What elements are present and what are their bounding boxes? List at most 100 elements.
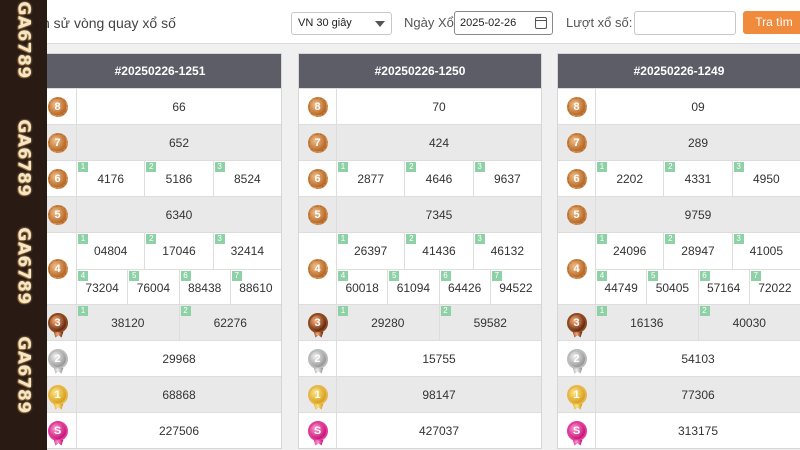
index-badge: 3: [214, 234, 225, 244]
calendar-icon[interactable]: [535, 17, 547, 29]
index-badge: 2: [146, 234, 157, 244]
prize-number: 289: [596, 125, 800, 160]
number-cell: 5 76004: [127, 270, 178, 305]
index-badge: 1: [78, 234, 88, 244]
prize-medal-icon: 5: [47, 204, 68, 225]
game-select[interactable]: VN 30 giây: [291, 12, 392, 35]
prize-number: 59582: [473, 316, 507, 330]
prize-row: 2 29968: [39, 340, 281, 376]
index-badge: 3: [214, 162, 225, 172]
prize-numbers: 1 24096 2 28947 3 41005 4 44749 5 50405 6 57164 7 720…: [596, 233, 800, 305]
prize-row: 6 1 4176 2 5186 3 8524: [39, 160, 281, 197]
index-badge: 1: [338, 234, 348, 244]
number-cell: 7 72022: [748, 270, 800, 305]
prize-number: 652: [77, 125, 281, 160]
prize-number: 77306: [596, 377, 800, 412]
prize-cell: 6: [558, 161, 596, 196]
prize-medal-icon: 7: [566, 132, 587, 153]
index-badge: 3: [474, 162, 485, 172]
prize-number: 424: [337, 125, 541, 160]
number-cell: 3 4950: [731, 161, 800, 197]
prize-cell: 3: [558, 305, 596, 340]
index-badge: 1: [78, 306, 88, 316]
index-badge: 3: [733, 162, 744, 172]
index-badge: 5: [389, 271, 400, 281]
prize-row: 7 424: [299, 124, 541, 160]
prize-number: 46132: [490, 244, 524, 258]
prize-cell: 2: [299, 341, 337, 376]
prize-number: 16136: [630, 316, 664, 330]
prize-row: 1 77306: [558, 376, 800, 412]
prize-number: 41005: [749, 244, 783, 258]
number-cell: 3 9637: [472, 161, 541, 197]
prize-medal-icon: 8: [566, 96, 587, 117]
number-line: 1 04804 2 17046 3 32414: [77, 233, 281, 269]
prize-number: 94522: [499, 280, 533, 295]
prize-row: 3 1 29280 2 59582: [299, 304, 541, 341]
prize-number: 6340: [77, 197, 281, 232]
prize-number: 72022: [758, 280, 792, 295]
prize-numbers: 1 29280 2 59582: [337, 305, 541, 341]
prize-medal-icon: 5: [307, 204, 328, 225]
prize-row: 5 6340: [39, 196, 281, 232]
number-cell: 3 8524: [212, 161, 281, 197]
prize-numbers: 1 4176 2 5186 3 8524: [77, 161, 281, 197]
prize-medal-icon: 3: [566, 312, 587, 333]
search-button[interactable]: Tra tìm: [743, 11, 800, 34]
prize-number: 28947: [681, 244, 715, 258]
prize-number: 15755: [337, 341, 541, 376]
prize-row: 8 66: [39, 88, 281, 124]
prize-cell: 8: [299, 89, 337, 124]
prize-cell: S: [558, 413, 596, 448]
index-badge: 4: [78, 271, 88, 281]
prize-number: 88610: [239, 280, 273, 295]
prize-medal-icon: 8: [47, 96, 68, 117]
prize-cell: 7: [558, 125, 596, 160]
prize-row: 1 98147: [299, 376, 541, 412]
index-badge: 1: [338, 162, 348, 172]
prize-number: 70: [337, 89, 541, 124]
prize-medal-icon: 4: [47, 258, 68, 279]
prize-medal-icon: 5: [566, 204, 587, 225]
prize-row: 4 1 26397 2 41436 3 46132 4 60018 5 61094 6 64426 7 94…: [299, 232, 541, 305]
prize-cell: 2: [558, 341, 596, 376]
prize-number: 9759: [596, 197, 800, 232]
prize-medal-icon: 6: [307, 168, 328, 189]
index-badge: 6: [699, 271, 710, 281]
prize-number: 40030: [732, 316, 766, 330]
index-badge: 2: [440, 306, 451, 316]
prize-number: 64426: [447, 280, 482, 295]
prize-cell: 4: [299, 233, 337, 304]
prize-number: 2877: [357, 172, 385, 186]
prize-number: 54103: [596, 341, 800, 376]
number-cell: 4 73204: [77, 270, 127, 305]
number-cell: 1 38120: [77, 305, 179, 341]
prize-number: 29968: [77, 341, 281, 376]
number-cell: 1 4176: [77, 161, 144, 197]
prize-medal-icon: 4: [307, 258, 328, 279]
date-input[interactable]: 2025-02-26: [454, 11, 553, 35]
prize-number: 2202: [616, 172, 644, 186]
prize-cell: 1: [558, 377, 596, 412]
round-input[interactable]: [634, 11, 736, 35]
prize-cell: 7: [299, 125, 337, 160]
number-cell: 2 4331: [663, 161, 731, 197]
prize-row: 8 09: [558, 88, 800, 124]
prize-number: 62276: [213, 316, 247, 330]
round-id-header: #20250226-1249: [558, 54, 800, 88]
result-card: #20250226-1249 8 09 7 289 6 1 2202 2 4331 3 4950 5 97…: [557, 53, 800, 449]
number-line: 4 73204 5 76004 6 88438 7 88610: [77, 269, 281, 305]
number-cell: 3 41005: [731, 233, 800, 269]
round-id-header: #20250226-1250: [299, 54, 541, 88]
prize-row: S 427037: [299, 412, 541, 448]
index-badge: 1: [597, 162, 607, 172]
prize-cell: 3: [299, 305, 337, 340]
prize-number: 29280: [371, 316, 405, 330]
date-value: 2025-02-26: [460, 17, 517, 29]
prize-number: 88438: [187, 280, 222, 295]
prize-cell: S: [299, 413, 337, 448]
index-badge: 4: [597, 271, 607, 281]
prize-medal-icon: S: [47, 420, 68, 441]
prize-row: 3 1 38120 2 62276: [39, 304, 281, 341]
prize-medal-icon: 6: [47, 168, 68, 189]
